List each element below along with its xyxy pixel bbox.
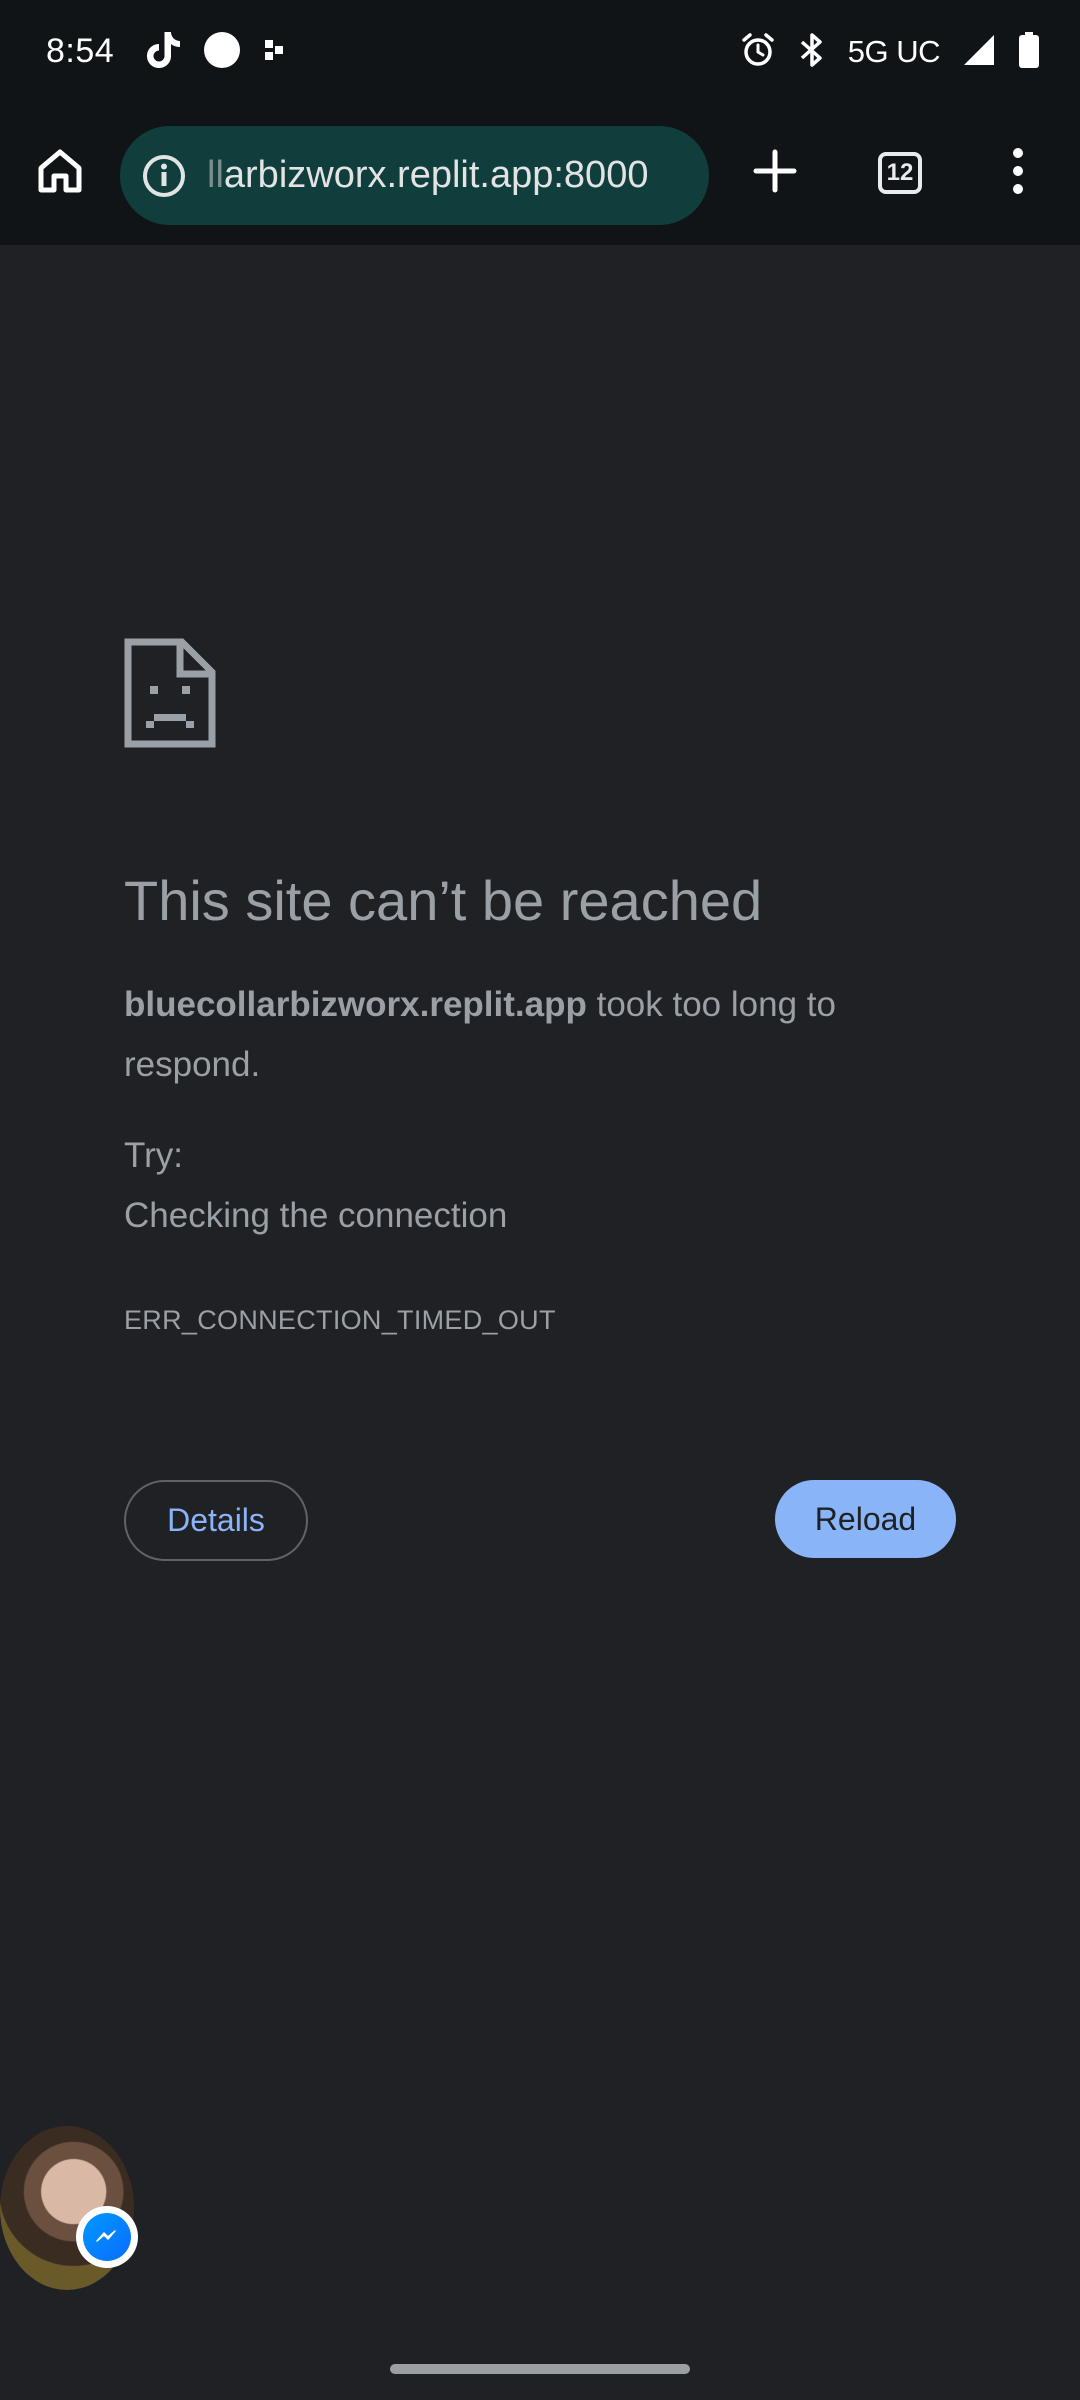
error-code: ERR_CONNECTION_TIMED_OUT (124, 1305, 556, 1335)
error-heading: This site can’t be reached (124, 869, 763, 932)
reload-button[interactable]: Reload (775, 1480, 956, 1558)
network-type: 5G UC (847, 34, 941, 69)
address-bar[interactable]: llarbizworx.replit.app:8000 (120, 126, 709, 225)
new-tab-icon (753, 149, 797, 198)
error-host: bluecollarbizworx.replit.app (124, 985, 587, 1024)
new-tab-button[interactable] (737, 135, 813, 211)
tab-switcher-icon: 12 (878, 152, 922, 194)
details-button[interactable]: Details (124, 1480, 308, 1561)
overflow-menu-icon (1011, 147, 1025, 200)
status-bar: 8:54 5G UC (0, 0, 1080, 105)
status-time: 8:54 (46, 32, 115, 70)
suggestion-item: Checking the connection (124, 1196, 508, 1235)
alarm-icon (740, 32, 776, 73)
battery-icon (1018, 31, 1040, 73)
url-faded-prefix: ll (207, 154, 224, 196)
home-icon (35, 146, 85, 201)
app-shortcut-icon (263, 38, 287, 67)
url-text: llarbizworx.replit.app:8000 (207, 154, 692, 197)
error-message: bluecollarbizworx.replit.app took too lo… (124, 975, 944, 1095)
tab-switcher-button[interactable]: 12 (862, 135, 938, 211)
overflow-menu-button[interactable] (980, 135, 1056, 211)
sad-page-icon (124, 638, 216, 748)
gesture-home-indicator[interactable] (390, 2364, 690, 2374)
tab-count: 12 (886, 159, 914, 186)
messenger-chat-head[interactable] (0, 2126, 140, 2296)
bluetooth-icon (798, 31, 826, 74)
signal-icon (962, 33, 996, 72)
tiktok-icon (145, 30, 181, 75)
try-label: Try: (124, 1136, 183, 1175)
home-button[interactable] (22, 135, 98, 211)
site-info-icon[interactable] (135, 147, 193, 205)
messenger-icon (83, 2213, 131, 2261)
status-system-icons: 5G UC (740, 30, 1040, 74)
messenger-badge (76, 2206, 138, 2268)
url-visible-text: arbizworx.replit.app:8000 (223, 154, 649, 196)
browser-toolbar: llarbizworx.replit.app:8000 12 (0, 105, 1080, 245)
circle-dot-icon (203, 31, 241, 74)
status-notification-icons (145, 30, 287, 74)
